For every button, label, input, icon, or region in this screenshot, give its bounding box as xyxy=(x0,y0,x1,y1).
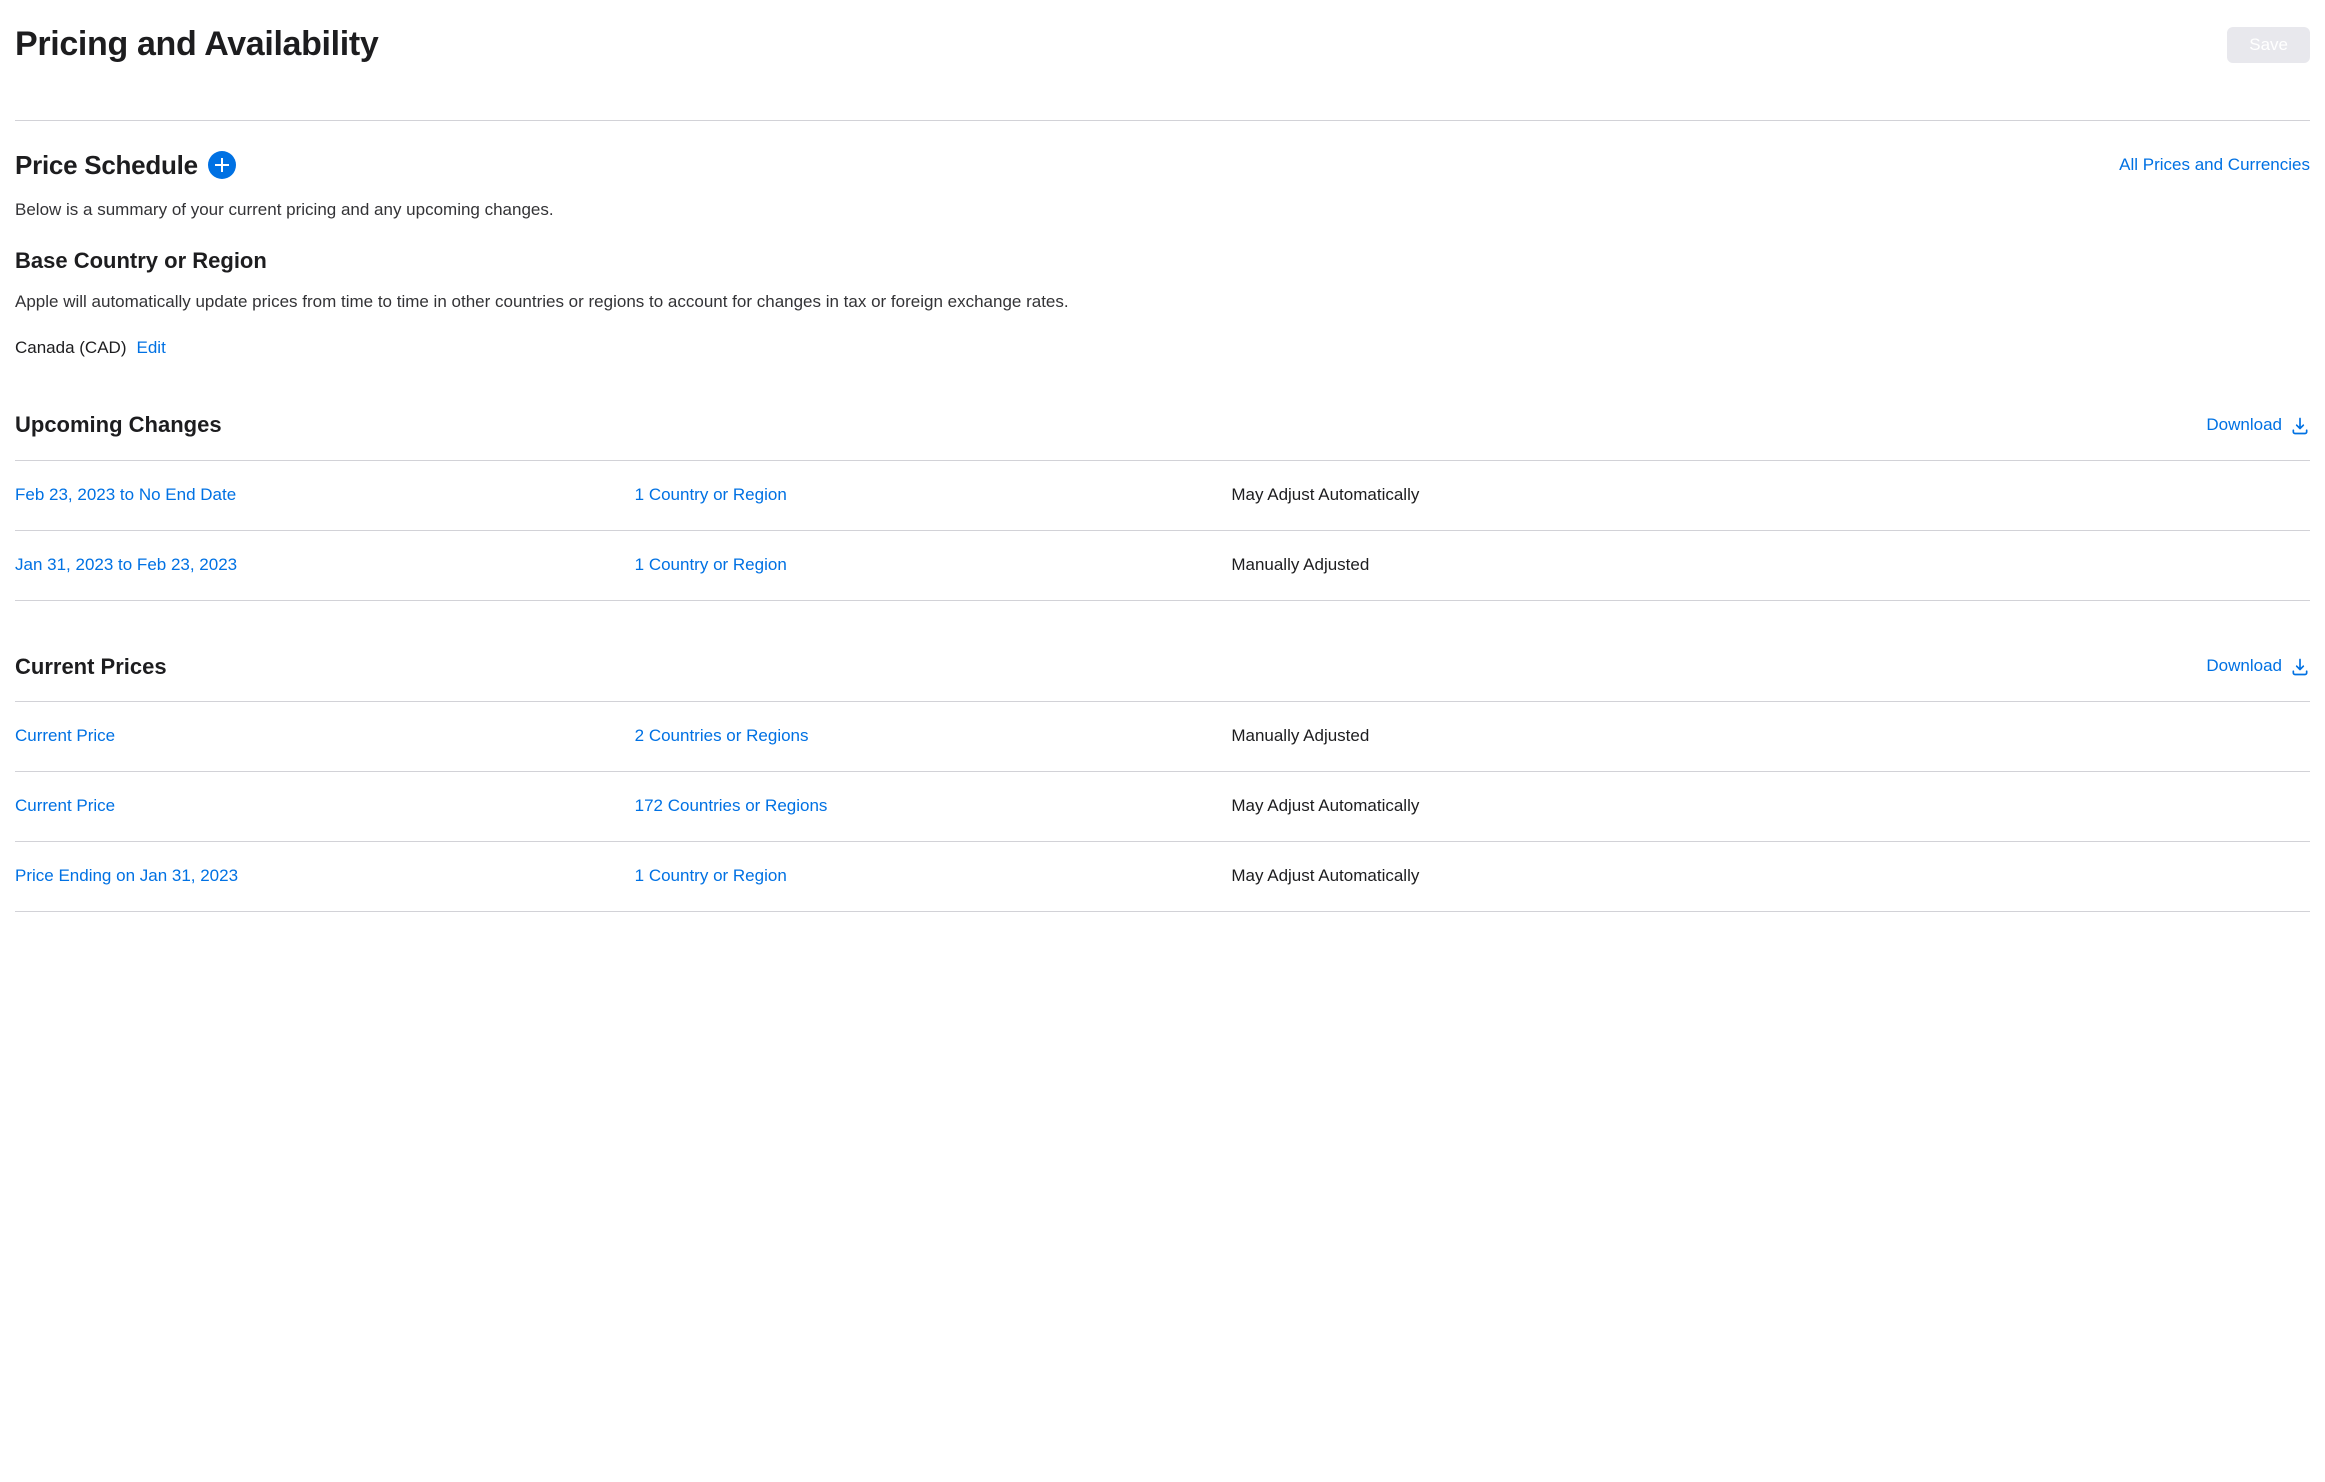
upcoming-changes-table: Feb 23, 2023 to No End Date 1 Country or… xyxy=(15,460,2310,601)
current-regions-link[interactable]: 2 Countries or Regions xyxy=(635,726,809,745)
upcoming-download-link[interactable]: Download xyxy=(2206,413,2310,438)
current-regions-link[interactable]: 172 Countries or Regions xyxy=(635,796,828,815)
current-price-link[interactable]: Current Price xyxy=(15,726,115,745)
upcoming-changes-title: Upcoming Changes xyxy=(15,409,222,441)
base-region-description: Apple will automatically update prices f… xyxy=(15,290,2310,315)
upcoming-changes-header: Upcoming Changes Download xyxy=(15,409,2310,441)
current-prices-table: Current Price 2 Countries or Regions Man… xyxy=(15,701,2310,912)
table-row: Price Ending on Jan 31, 2023 1 Country o… xyxy=(15,842,2310,912)
table-row: Current Price 2 Countries or Regions Man… xyxy=(15,702,2310,772)
download-icon xyxy=(2290,416,2310,436)
base-region-title: Base Country or Region xyxy=(15,245,2310,277)
page-header: Pricing and Availability Save xyxy=(15,20,2310,121)
upcoming-date-link[interactable]: Jan 31, 2023 to Feb 23, 2023 xyxy=(15,555,237,574)
upcoming-regions-link[interactable]: 1 Country or Region xyxy=(635,485,787,504)
page-title: Pricing and Availability xyxy=(15,20,378,70)
upcoming-date-link[interactable]: Feb 23, 2023 to No End Date xyxy=(15,485,236,504)
base-region-row: Canada (CAD) Edit xyxy=(15,336,2310,361)
plus-icon xyxy=(214,157,230,173)
download-icon xyxy=(2290,657,2310,677)
current-regions-link[interactable]: 1 Country or Region xyxy=(635,866,787,885)
base-region-value: Canada (CAD) xyxy=(15,336,127,361)
current-download-link[interactable]: Download xyxy=(2206,654,2310,679)
current-download-label: Download xyxy=(2206,654,2282,679)
current-price-link[interactable]: Price Ending on Jan 31, 2023 xyxy=(15,866,238,885)
add-price-schedule-button[interactable] xyxy=(208,151,236,179)
save-button[interactable]: Save xyxy=(2227,27,2310,63)
current-price-link[interactable]: Current Price xyxy=(15,796,115,815)
upcoming-adjustment: May Adjust Automatically xyxy=(1231,485,1419,504)
price-schedule-title: Price Schedule xyxy=(15,146,198,184)
all-prices-link[interactable]: All Prices and Currencies xyxy=(2119,153,2310,178)
price-schedule-header: Price Schedule All Prices and Currencies xyxy=(15,146,2310,184)
current-prices-header: Current Prices Download xyxy=(15,651,2310,683)
price-schedule-description: Below is a summary of your current prici… xyxy=(15,198,2310,223)
current-adjustment: Manually Adjusted xyxy=(1231,726,1369,745)
edit-base-region-link[interactable]: Edit xyxy=(137,336,166,361)
table-row: Jan 31, 2023 to Feb 23, 2023 1 Country o… xyxy=(15,530,2310,600)
upcoming-download-label: Download xyxy=(2206,413,2282,438)
upcoming-adjustment: Manually Adjusted xyxy=(1231,555,1369,574)
current-adjustment: May Adjust Automatically xyxy=(1231,866,1419,885)
price-schedule-title-wrap: Price Schedule xyxy=(15,146,236,184)
table-row: Feb 23, 2023 to No End Date 1 Country or… xyxy=(15,460,2310,530)
table-row: Current Price 172 Countries or Regions M… xyxy=(15,772,2310,842)
upcoming-regions-link[interactable]: 1 Country or Region xyxy=(635,555,787,574)
current-adjustment: May Adjust Automatically xyxy=(1231,796,1419,815)
current-prices-title: Current Prices xyxy=(15,651,167,683)
